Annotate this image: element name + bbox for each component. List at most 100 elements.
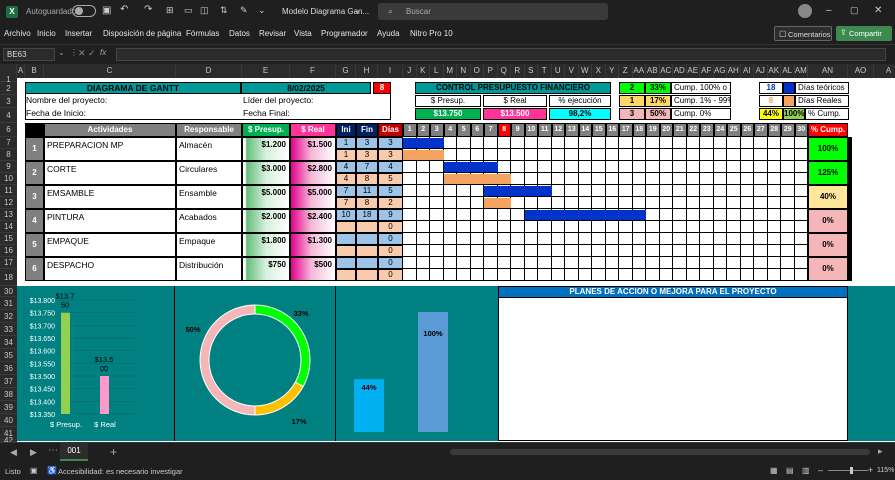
gantt-cell[interactable] — [794, 197, 808, 209]
activity-ini[interactable] — [336, 233, 356, 245]
activity-name[interactable]: PREPARACION MP — [44, 137, 176, 161]
activity-ini[interactable] — [336, 221, 356, 233]
column-header[interactable]: AK — [768, 64, 781, 78]
row-header[interactable]: 33 — [0, 323, 17, 336]
gantt-cell[interactable] — [578, 161, 592, 173]
gantt-cell[interactable] — [605, 257, 619, 269]
gantt-cell[interactable] — [511, 149, 525, 161]
column-header[interactable]: AD — [673, 64, 687, 78]
gantt-cell[interactable] — [578, 137, 592, 149]
gantt-cell[interactable] — [551, 185, 565, 197]
row-header[interactable]: 8 — [0, 149, 17, 161]
gantt-cell[interactable] — [632, 269, 646, 281]
gantt-cell[interactable] — [565, 269, 579, 281]
gantt-cell[interactable] — [713, 185, 727, 197]
gantt-cell[interactable] — [673, 185, 687, 197]
gantt-cell[interactable] — [511, 137, 525, 149]
gantt-cell[interactable] — [605, 269, 619, 281]
gantt-cell[interactable] — [686, 185, 700, 197]
gantt-cell[interactable] — [403, 209, 417, 221]
gantt-cell[interactable] — [416, 197, 430, 209]
activity-responsible[interactable]: Almacén — [176, 137, 242, 161]
column-header[interactable]: X — [592, 64, 606, 78]
activity-ini[interactable]: 1 — [336, 137, 356, 149]
gantt-cell[interactable] — [592, 137, 606, 149]
gantt-cell[interactable] — [781, 221, 795, 233]
gantt-cell[interactable] — [511, 197, 525, 209]
activity-presup[interactable]: $3.000 — [242, 161, 290, 185]
gantt-cell[interactable] — [416, 233, 430, 245]
view-icon[interactable]: ▭ — [184, 5, 193, 16]
gantt-cell[interactable] — [619, 269, 633, 281]
gantt-cell[interactable] — [443, 269, 457, 281]
activity-real[interactable]: $2.400 — [290, 209, 336, 233]
gantt-cell[interactable] — [713, 257, 727, 269]
gantt-cell[interactable] — [457, 149, 471, 161]
gantt-cell[interactable] — [592, 269, 606, 281]
gantt-cell[interactable] — [619, 197, 633, 209]
gantt-cell[interactable] — [794, 209, 808, 221]
row-header[interactable]: 32 — [0, 310, 17, 323]
gantt-cell[interactable] — [430, 185, 444, 197]
activity-name[interactable]: EMSAMBLE — [44, 185, 176, 209]
gantt-cell[interactable] — [524, 137, 538, 149]
gantt-cell[interactable] — [686, 173, 700, 185]
gantt-cell[interactable] — [767, 185, 781, 197]
gantt-cell[interactable] — [551, 257, 565, 269]
gantt-cell[interactable] — [619, 233, 633, 245]
gantt-cell[interactable] — [646, 173, 660, 185]
gantt-cell[interactable] — [794, 149, 808, 161]
gantt-cell[interactable] — [470, 245, 484, 257]
gantt-cell[interactable] — [605, 233, 619, 245]
gantt-cell[interactable] — [700, 197, 714, 209]
gantt-cell[interactable] — [673, 173, 687, 185]
gantt-cell[interactable] — [619, 149, 633, 161]
action-plan-area[interactable] — [498, 298, 848, 441]
gantt-cell[interactable] — [673, 257, 687, 269]
gantt-cell[interactable] — [740, 197, 754, 209]
gantt-cell[interactable] — [605, 221, 619, 233]
activity-fin[interactable]: 11 — [356, 185, 378, 197]
column-header[interactable]: AL — [781, 64, 795, 78]
column-header[interactable]: D — [176, 64, 242, 78]
gantt-cell[interactable] — [713, 161, 727, 173]
gantt-cell[interactable] — [767, 269, 781, 281]
activity-real[interactable]: $1.300 — [290, 233, 336, 257]
gantt-cell[interactable] — [794, 161, 808, 173]
gantt-cell[interactable] — [565, 149, 579, 161]
gantt-cell[interactable] — [619, 161, 633, 173]
prev-sheet-icon[interactable]: ◀ — [10, 447, 17, 458]
gantt-cell[interactable] — [673, 269, 687, 281]
gantt-cell[interactable] — [511, 173, 525, 185]
gantt-cell[interactable] — [470, 257, 484, 269]
column-header[interactable]: O — [471, 64, 484, 78]
gantt-cell[interactable] — [524, 197, 538, 209]
gantt-cell[interactable] — [497, 161, 511, 173]
gantt-cell[interactable] — [740, 221, 754, 233]
redo-icon[interactable]: ↷ — [144, 4, 152, 15]
gantt-cell[interactable] — [443, 221, 457, 233]
gantt-cell[interactable] — [470, 221, 484, 233]
activity-responsible[interactable]: Empaque — [176, 233, 242, 257]
gantt-cell[interactable] — [457, 269, 471, 281]
gantt-cell[interactable] — [727, 197, 741, 209]
gantt-cell[interactable] — [673, 221, 687, 233]
row-header[interactable]: 36 — [0, 362, 17, 375]
activity-ini[interactable] — [336, 269, 356, 281]
gantt-cell[interactable] — [565, 173, 579, 185]
gantt-cell[interactable] — [700, 173, 714, 185]
gantt-cell[interactable] — [443, 149, 457, 161]
gantt-cell[interactable] — [484, 221, 498, 233]
gantt-cell[interactable] — [700, 209, 714, 221]
gantt-cell[interactable] — [551, 173, 565, 185]
gantt-cell[interactable] — [592, 197, 606, 209]
gantt-cell[interactable] — [578, 221, 592, 233]
gantt-cell[interactable] — [578, 233, 592, 245]
gantt-cell[interactable] — [794, 173, 808, 185]
gantt-cell[interactable] — [781, 149, 795, 161]
row-header[interactable]: 3 — [0, 95, 17, 108]
accessibility-icon[interactable]: ♿ — [47, 466, 57, 475]
gantt-cell[interactable] — [497, 233, 511, 245]
horizontal-scrollbar[interactable] — [450, 449, 870, 455]
gantt-cell[interactable] — [565, 221, 579, 233]
